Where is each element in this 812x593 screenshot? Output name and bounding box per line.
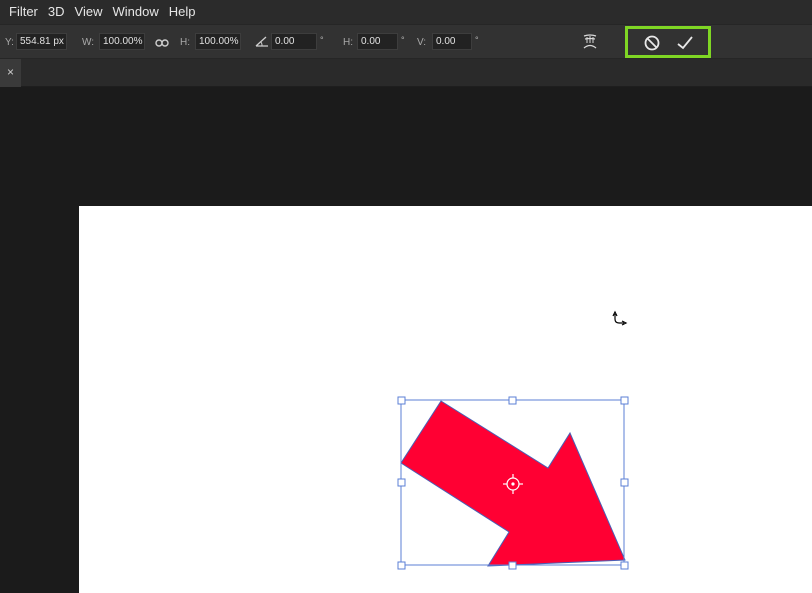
app-window: Filter 3D View Window Help Y: 554.81 px … [0, 0, 812, 593]
handle-middle-left[interactable] [397, 478, 406, 487]
transform-artwork [397, 310, 629, 570]
handle-top-left[interactable] [397, 396, 406, 405]
handle-bottom-left[interactable] [397, 561, 406, 570]
handle-bottom-middle[interactable] [508, 561, 517, 570]
handle-middle-right[interactable] [620, 478, 629, 487]
rotate-cursor-icon [612, 310, 628, 326]
handle-top-middle[interactable] [508, 396, 517, 405]
handle-top-right[interactable] [620, 396, 629, 405]
handle-bottom-right[interactable] [620, 561, 629, 570]
